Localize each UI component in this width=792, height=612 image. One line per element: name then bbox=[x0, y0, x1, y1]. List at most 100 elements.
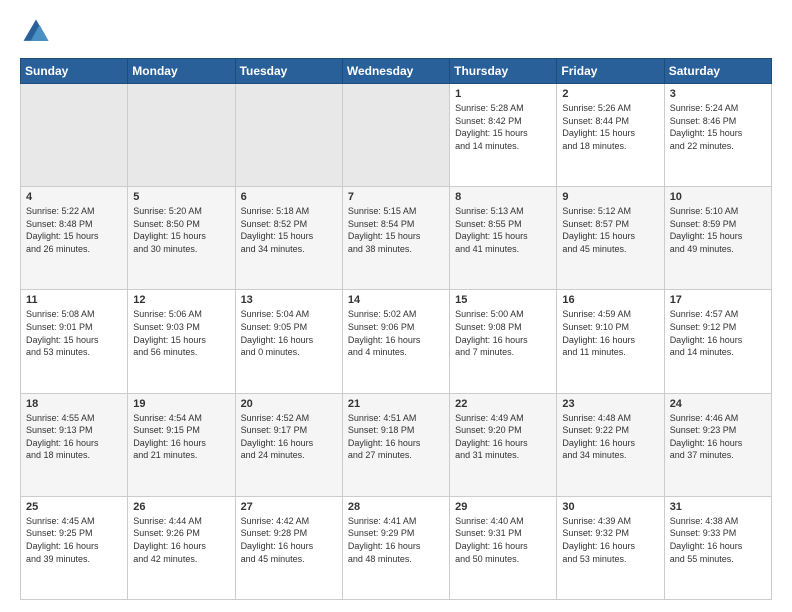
calendar-cell: 12 Sunrise: 5:06 AM Sunset: 9:03 PM Dayli… bbox=[128, 290, 235, 393]
day-number: 27 bbox=[241, 501, 337, 513]
day-info: Sunrise: 5:12 AM Sunset: 8:57 PM Dayligh… bbox=[562, 205, 658, 255]
day-number: 18 bbox=[26, 398, 122, 410]
day-info: Sunrise: 4:38 AM Sunset: 9:33 PM Dayligh… bbox=[670, 515, 766, 565]
header bbox=[20, 16, 772, 48]
day-info: Sunrise: 5:08 AM Sunset: 9:01 PM Dayligh… bbox=[26, 308, 122, 358]
day-info: Sunrise: 4:44 AM Sunset: 9:26 PM Dayligh… bbox=[133, 515, 229, 565]
page: SundayMondayTuesdayWednesdayThursdayFrid… bbox=[0, 0, 792, 612]
calendar-cell: 15Sunrise: 5:00 AM Sunset: 9:08 PM Dayli… bbox=[450, 290, 557, 393]
day-info: Sunrise: 5:02 AM Sunset: 9:06 PM Dayligh… bbox=[348, 308, 444, 358]
day-info: Sunrise: 5:00 AM Sunset: 9:08 PM Dayligh… bbox=[455, 308, 551, 358]
day-number: 9 bbox=[562, 191, 658, 203]
day-info: Sunrise: 5:18 AM Sunset: 8:52 PM Dayligh… bbox=[241, 205, 337, 255]
calendar-header-monday: Monday bbox=[128, 59, 235, 84]
calendar-cell: 23Sunrise: 4:48 AM Sunset: 9:22 PM Dayli… bbox=[557, 393, 664, 496]
calendar-cell bbox=[128, 84, 235, 187]
calendar-cell: 19 Sunrise: 4:54 AM Sunset: 9:15 PM Dayli… bbox=[128, 393, 235, 496]
day-info: Sunrise: 5:06 AM Sunset: 9:03 PM Dayligh… bbox=[133, 308, 229, 358]
calendar-cell: 2 Sunrise: 5:26 AM Sunset: 8:44 PM Daylig… bbox=[557, 84, 664, 187]
day-number: 19 bbox=[133, 398, 229, 410]
calendar-cell: 11 Sunrise: 5:08 AM Sunset: 9:01 PM Dayli… bbox=[21, 290, 128, 393]
calendar-cell: 4 Sunrise: 5:22 AM Sunset: 8:48 PM Daylig… bbox=[21, 187, 128, 290]
day-info: Sunrise: 4:57 AM Sunset: 9:12 PM Dayligh… bbox=[670, 308, 766, 358]
day-info: Sunrise: 4:49 AM Sunset: 9:20 PM Dayligh… bbox=[455, 412, 551, 462]
calendar-cell: 20Sunrise: 4:52 AM Sunset: 9:17 PM Dayli… bbox=[235, 393, 342, 496]
day-info: Sunrise: 4:54 AM Sunset: 9:15 PM Dayligh… bbox=[133, 412, 229, 462]
calendar-cell: 17 Sunrise: 4:57 AM Sunset: 9:12 PM Dayli… bbox=[664, 290, 771, 393]
day-number: 2 bbox=[562, 88, 658, 100]
calendar-cell: 5 Sunrise: 5:20 AM Sunset: 8:50 PM Daylig… bbox=[128, 187, 235, 290]
day-number: 5 bbox=[133, 191, 229, 203]
calendar-cell: 25 Sunrise: 4:45 AM Sunset: 9:25 PM Dayli… bbox=[21, 496, 128, 599]
day-number: 26 bbox=[133, 501, 229, 513]
day-info: Sunrise: 5:24 AM Sunset: 8:46 PM Dayligh… bbox=[670, 102, 766, 152]
day-info: Sunrise: 5:15 AM Sunset: 8:54 PM Dayligh… bbox=[348, 205, 444, 255]
day-number: 16 bbox=[562, 294, 658, 306]
day-info: Sunrise: 5:20 AM Sunset: 8:50 PM Dayligh… bbox=[133, 205, 229, 255]
calendar-cell: 7Sunrise: 5:15 AM Sunset: 8:54 PM Daylig… bbox=[342, 187, 449, 290]
day-number: 25 bbox=[26, 501, 122, 513]
calendar-cell bbox=[21, 84, 128, 187]
day-info: Sunrise: 4:45 AM Sunset: 9:25 PM Dayligh… bbox=[26, 515, 122, 565]
calendar-header-thursday: Thursday bbox=[450, 59, 557, 84]
day-info: Sunrise: 5:04 AM Sunset: 9:05 PM Dayligh… bbox=[241, 308, 337, 358]
day-number: 23 bbox=[562, 398, 658, 410]
day-info: Sunrise: 4:46 AM Sunset: 9:23 PM Dayligh… bbox=[670, 412, 766, 462]
day-number: 4 bbox=[26, 191, 122, 203]
calendar-cell bbox=[235, 84, 342, 187]
day-info: Sunrise: 4:59 AM Sunset: 9:10 PM Dayligh… bbox=[562, 308, 658, 358]
day-number: 1 bbox=[455, 88, 551, 100]
calendar-table: SundayMondayTuesdayWednesdayThursdayFrid… bbox=[20, 58, 772, 600]
calendar-cell: 3 Sunrise: 5:24 AM Sunset: 8:46 PM Daylig… bbox=[664, 84, 771, 187]
day-number: 24 bbox=[670, 398, 766, 410]
day-number: 3 bbox=[670, 88, 766, 100]
day-info: Sunrise: 4:41 AM Sunset: 9:29 PM Dayligh… bbox=[348, 515, 444, 565]
calendar-cell: 30 Sunrise: 4:39 AM Sunset: 9:32 PM Dayli… bbox=[557, 496, 664, 599]
calendar-week-3: 11 Sunrise: 5:08 AM Sunset: 9:01 PM Dayli… bbox=[21, 290, 772, 393]
day-number: 12 bbox=[133, 294, 229, 306]
calendar-header-sunday: Sunday bbox=[21, 59, 128, 84]
day-info: Sunrise: 5:22 AM Sunset: 8:48 PM Dayligh… bbox=[26, 205, 122, 255]
calendar-cell: 8 Sunrise: 5:13 AM Sunset: 8:55 PM Daylig… bbox=[450, 187, 557, 290]
calendar-cell: 24 Sunrise: 4:46 AM Sunset: 9:23 PM Dayli… bbox=[664, 393, 771, 496]
calendar-cell: 9 Sunrise: 5:12 AM Sunset: 8:57 PM Daylig… bbox=[557, 187, 664, 290]
calendar-header-friday: Friday bbox=[557, 59, 664, 84]
calendar-cell bbox=[342, 84, 449, 187]
day-number: 17 bbox=[670, 294, 766, 306]
calendar-cell: 27 Sunrise: 4:42 AM Sunset: 9:28 PM Dayli… bbox=[235, 496, 342, 599]
calendar-cell: 29 Sunrise: 4:40 AM Sunset: 9:31 PM Dayli… bbox=[450, 496, 557, 599]
calendar-week-5: 25 Sunrise: 4:45 AM Sunset: 9:25 PM Dayli… bbox=[21, 496, 772, 599]
calendar-cell: 13 Sunrise: 5:04 AM Sunset: 9:05 PM Dayli… bbox=[235, 290, 342, 393]
day-number: 8 bbox=[455, 191, 551, 203]
calendar-cell: 31 Sunrise: 4:38 AM Sunset: 9:33 PM Dayli… bbox=[664, 496, 771, 599]
calendar-cell: 14Sunrise: 5:02 AM Sunset: 9:06 PM Dayli… bbox=[342, 290, 449, 393]
day-number: 11 bbox=[26, 294, 122, 306]
calendar-cell: 16 Sunrise: 4:59 AM Sunset: 9:10 PM Dayli… bbox=[557, 290, 664, 393]
day-number: 29 bbox=[455, 501, 551, 513]
calendar-cell: 22Sunrise: 4:49 AM Sunset: 9:20 PM Dayli… bbox=[450, 393, 557, 496]
calendar-week-4: 18Sunrise: 4:55 AM Sunset: 9:13 PM Dayli… bbox=[21, 393, 772, 496]
calendar-header-row: SundayMondayTuesdayWednesdayThursdayFrid… bbox=[21, 59, 772, 84]
day-info: Sunrise: 4:42 AM Sunset: 9:28 PM Dayligh… bbox=[241, 515, 337, 565]
day-info: Sunrise: 5:26 AM Sunset: 8:44 PM Dayligh… bbox=[562, 102, 658, 152]
calendar-week-1: 1Sunrise: 5:28 AM Sunset: 8:42 PM Daylig… bbox=[21, 84, 772, 187]
day-number: 28 bbox=[348, 501, 444, 513]
day-number: 10 bbox=[670, 191, 766, 203]
day-info: Sunrise: 4:40 AM Sunset: 9:31 PM Dayligh… bbox=[455, 515, 551, 565]
calendar-cell: 1Sunrise: 5:28 AM Sunset: 8:42 PM Daylig… bbox=[450, 84, 557, 187]
day-info: Sunrise: 4:39 AM Sunset: 9:32 PM Dayligh… bbox=[562, 515, 658, 565]
day-number: 21 bbox=[348, 398, 444, 410]
day-number: 13 bbox=[241, 294, 337, 306]
day-number: 31 bbox=[670, 501, 766, 513]
day-number: 20 bbox=[241, 398, 337, 410]
day-number: 30 bbox=[562, 501, 658, 513]
day-info: Sunrise: 4:51 AM Sunset: 9:18 PM Dayligh… bbox=[348, 412, 444, 462]
calendar-cell: 10Sunrise: 5:10 AM Sunset: 8:59 PM Dayli… bbox=[664, 187, 771, 290]
calendar-cell: 21 Sunrise: 4:51 AM Sunset: 9:18 PM Dayli… bbox=[342, 393, 449, 496]
calendar-week-2: 4 Sunrise: 5:22 AM Sunset: 8:48 PM Daylig… bbox=[21, 187, 772, 290]
calendar-header-wednesday: Wednesday bbox=[342, 59, 449, 84]
day-number: 6 bbox=[241, 191, 337, 203]
logo bbox=[20, 16, 56, 48]
calendar-cell: 6 Sunrise: 5:18 AM Sunset: 8:52 PM Daylig… bbox=[235, 187, 342, 290]
day-info: Sunrise: 5:13 AM Sunset: 8:55 PM Dayligh… bbox=[455, 205, 551, 255]
